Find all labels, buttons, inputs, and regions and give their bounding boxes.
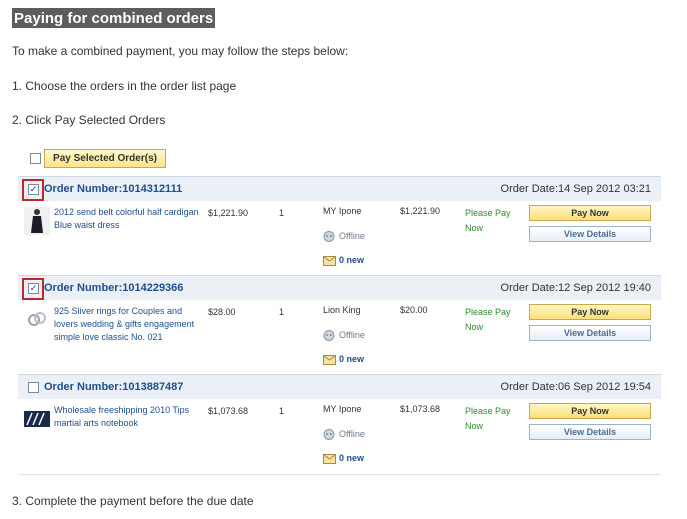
quantity: 1 bbox=[279, 307, 285, 317]
message-icon bbox=[323, 454, 336, 465]
seller-status: Offline bbox=[323, 330, 365, 342]
message-icon bbox=[323, 355, 336, 366]
message-icon bbox=[323, 256, 336, 267]
order-row: ✓ Order Number:1014229366 Order Date:12 … bbox=[18, 275, 661, 376]
order-status: Please Pay Now bbox=[465, 208, 511, 233]
product-name-link[interactable]: 925 Sliver rings for Couples and lovers … bbox=[54, 305, 204, 344]
pay-selected-orders-button[interactable]: Pay Selected Order(s) bbox=[44, 149, 166, 168]
quantity: 1 bbox=[279, 208, 285, 218]
quantity: 1 bbox=[279, 406, 285, 416]
step-1: 1. Choose the orders in the order list p… bbox=[12, 79, 237, 93]
notebook-product-image[interactable] bbox=[24, 405, 50, 433]
chat-offline-icon bbox=[323, 429, 335, 441]
messages-link[interactable]: 0 new bbox=[323, 255, 365, 267]
order-details: 2012 send belt colorful half cardigan Bl… bbox=[18, 201, 661, 276]
order-checkbox[interactable]: ✓ bbox=[28, 283, 39, 294]
chat-offline-icon bbox=[323, 330, 335, 342]
step-3: 3. Complete the payment before the due d… bbox=[12, 494, 254, 508]
view-details-button[interactable]: View Details bbox=[529, 226, 651, 242]
order-date: Order Date:06 Sep 2012 19:54 bbox=[500, 381, 651, 393]
select-all-checkbox[interactable] bbox=[30, 153, 41, 164]
order-date: Order Date:12 Sep 2012 19:40 bbox=[500, 282, 651, 294]
order-checkbox[interactable] bbox=[28, 382, 39, 393]
seller-name: MY Ipone bbox=[323, 206, 362, 216]
bulk-action-bar: Pay Selected Order(s) bbox=[28, 149, 668, 169]
product-name-link[interactable]: Wholesale freeshipping 2010 Tips martial… bbox=[54, 404, 204, 430]
offline-label: Offline bbox=[339, 429, 365, 439]
dress-product-image[interactable] bbox=[24, 207, 50, 235]
order-status: Please Pay Now bbox=[465, 406, 511, 431]
order-header: ✓ Order Number:1014312111 Order Date:14 … bbox=[18, 176, 661, 201]
view-details-button[interactable]: View Details bbox=[529, 325, 651, 341]
order-total: $20.00 bbox=[400, 305, 428, 315]
page-title: Paying for combined orders bbox=[12, 8, 216, 28]
ring-product-image[interactable] bbox=[24, 306, 50, 334]
pay-now-button[interactable]: Pay Now bbox=[529, 403, 651, 419]
seller-name: Lion King bbox=[323, 305, 361, 315]
order-number-link[interactable]: Order Number:1014229366 bbox=[44, 282, 183, 294]
messages-link[interactable]: 0 new bbox=[323, 453, 365, 465]
order-details: Wholesale freeshipping 2010 Tips martial… bbox=[18, 399, 661, 474]
chat-offline-icon bbox=[323, 231, 335, 243]
pay-now-button[interactable]: Pay Now bbox=[529, 205, 651, 221]
offline-label: Offline bbox=[339, 231, 365, 241]
seller-status: Offline bbox=[323, 429, 365, 441]
order-number-link[interactable]: Order Number:1013887487 bbox=[44, 381, 183, 393]
unit-price: $1,221.90 bbox=[208, 208, 249, 218]
new-messages-label: 0 new bbox=[339, 453, 365, 463]
order-header: ✓ Order Number:1014229366 Order Date:12 … bbox=[18, 275, 661, 300]
order-total: $1,073.68 bbox=[400, 404, 441, 414]
order-date: Order Date:14 Sep 2012 03:21 bbox=[500, 183, 651, 195]
unit-price: $28.00 bbox=[208, 307, 236, 317]
new-messages-label: 0 new bbox=[339, 354, 365, 364]
view-details-button[interactable]: View Details bbox=[529, 424, 651, 440]
order-status: Please Pay Now bbox=[465, 307, 511, 332]
intro-text: To make a combined payment, you may foll… bbox=[12, 44, 349, 58]
order-number-link[interactable]: Order Number:1014312111 bbox=[44, 183, 182, 195]
order-header: Order Number:1013887487 Order Date:06 Se… bbox=[18, 374, 661, 399]
order-details: 925 Sliver rings for Couples and lovers … bbox=[18, 300, 661, 375]
offline-label: Offline bbox=[339, 330, 365, 340]
order-total: $1,221.90 bbox=[400, 206, 441, 216]
order-row: ✓ Order Number:1014312111 Order Date:14 … bbox=[18, 176, 661, 277]
order-row: Order Number:1013887487 Order Date:06 Se… bbox=[18, 374, 661, 475]
product-name-link[interactable]: 2012 send belt colorful half cardigan Bl… bbox=[54, 206, 204, 232]
seller-status: Offline bbox=[323, 231, 365, 243]
seller-name: MY Ipone bbox=[323, 404, 362, 414]
new-messages-label: 0 new bbox=[339, 255, 365, 265]
pay-now-button[interactable]: Pay Now bbox=[529, 304, 651, 320]
messages-link[interactable]: 0 new bbox=[323, 354, 365, 366]
step-2: 2. Click Pay Selected Orders bbox=[12, 113, 166, 127]
order-checkbox[interactable]: ✓ bbox=[28, 184, 39, 195]
unit-price: $1,073.68 bbox=[208, 406, 249, 416]
